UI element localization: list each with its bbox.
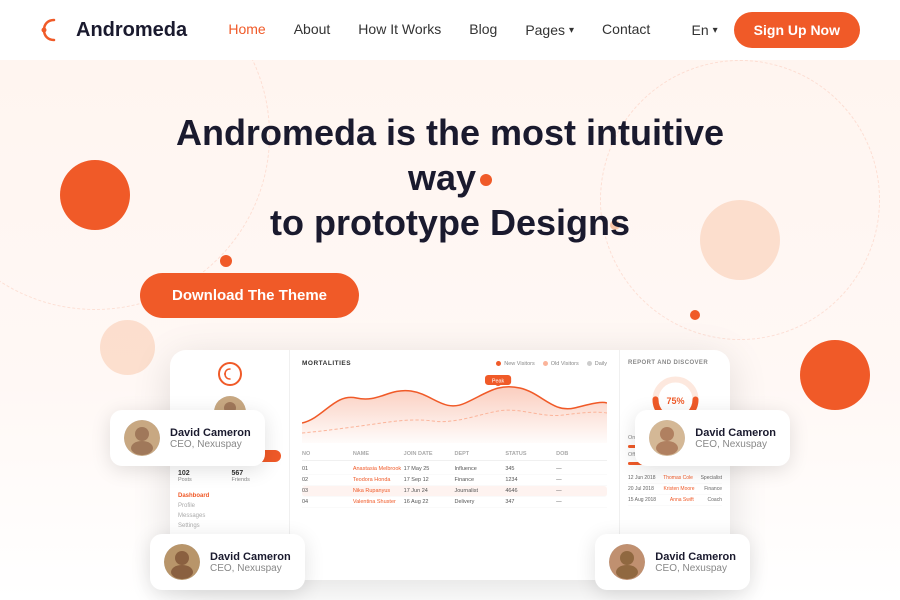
chevron-down-icon: ▾ [569, 25, 574, 36]
dash-table: No Name Join Date Dept Status DOB 01 Ana… [302, 451, 607, 508]
testimonial-card-bottom-left: David Cameron CEO, Nexuspay [150, 534, 305, 590]
table-row: 02 Teodora Honda 17 Sep 12 Finance 1234 … [302, 475, 607, 486]
table-row: 01 Anastasia Melbrook 17 May 25 Influenc… [302, 464, 607, 475]
logo[interactable]: Andromeda [40, 16, 187, 44]
deco-circle-orange-left [60, 160, 130, 230]
dash-right-table: 12 Jun 2018 Thomas Cole Specialist 20 Ju… [628, 473, 722, 506]
nav-link-about[interactable]: About [294, 21, 331, 37]
chart-area: Peak [302, 373, 607, 443]
dash-menu: Dashboard Profile Messages Settings [178, 491, 281, 531]
nav-link-home[interactable]: Home [228, 21, 265, 37]
testimonial-info: David Cameron CEO, Nexuspay [655, 551, 736, 574]
nav-link-howitworks[interactable]: How It Works [358, 21, 441, 37]
nav-item-pages[interactable]: Pages ▾ [525, 22, 574, 38]
dashboard-preview: David Cameron CEO, Nexuspay David Camero… [170, 350, 730, 600]
nav-item-home[interactable]: Home [228, 21, 265, 39]
nav-item-contact[interactable]: Contact [602, 21, 650, 39]
dash-center-panel: MORTALITIES New Visitors Old Visitors Da… [290, 350, 620, 580]
dash-logo [218, 362, 242, 386]
testimonial-card-top-right: David Cameron CEO, Nexuspay [635, 410, 790, 466]
testimonial-avatar [609, 544, 645, 580]
logo-icon [40, 16, 68, 44]
lang-label: En [692, 22, 709, 38]
testimonial-avatar [649, 420, 685, 456]
deco-circle-peach-left-bottom [100, 320, 155, 375]
deco-circle-orange-far-right [800, 340, 870, 410]
navbar: Andromeda Home About How It Works Blog P… [0, 0, 900, 60]
testimonial-avatar [164, 544, 200, 580]
testimonial-card-top-left: David Cameron CEO, Nexuspay [110, 410, 265, 466]
language-selector[interactable]: En ▾ [692, 22, 718, 38]
testimonial-info: David Cameron CEO, Nexuspay [210, 551, 291, 574]
nav-link-contact[interactable]: Contact [602, 21, 650, 37]
testimonial-avatar [124, 420, 160, 456]
nav-item-howitworks[interactable]: How It Works [358, 21, 441, 39]
dot-accent [480, 174, 492, 186]
download-button[interactable]: Download The Theme [140, 273, 359, 318]
nav-link-blog[interactable]: Blog [469, 21, 497, 37]
logo-text: Andromeda [76, 19, 187, 42]
testimonial-info: David Cameron CEO, Nexuspay [170, 427, 251, 450]
table-row: 04 Valentina Shuster 16 Aug 22 Delivery … [302, 497, 607, 508]
table-row: 03 Nika Rupanyus 17 Jun 24 Journalist 46… [302, 486, 607, 497]
hero-section: Andromeda is the most intuitive way to p… [0, 60, 900, 600]
svg-text:Peak: Peak [492, 379, 505, 385]
dash-stats: 102Posts 567Friends [178, 470, 281, 483]
nav-links: Home About How It Works Blog Pages ▾ Con… [228, 21, 650, 39]
nav-right: En ▾ Sign Up Now [692, 12, 860, 48]
svg-text:75%: 75% [666, 396, 684, 406]
nav-item-blog[interactable]: Blog [469, 21, 497, 39]
nav-link-pages[interactable]: Pages ▾ [525, 22, 574, 38]
signup-button[interactable]: Sign Up Now [734, 12, 860, 48]
nav-item-about[interactable]: About [294, 21, 331, 39]
hero-title: Andromeda is the most intuitive way to p… [140, 110, 760, 245]
testimonial-info: David Cameron CEO, Nexuspay [695, 427, 776, 450]
hero-text: Andromeda is the most intuitive way to p… [140, 110, 760, 318]
testimonial-card-bottom-right: David Cameron CEO, Nexuspay [595, 534, 750, 590]
chevron-down-icon: ▾ [713, 25, 718, 36]
